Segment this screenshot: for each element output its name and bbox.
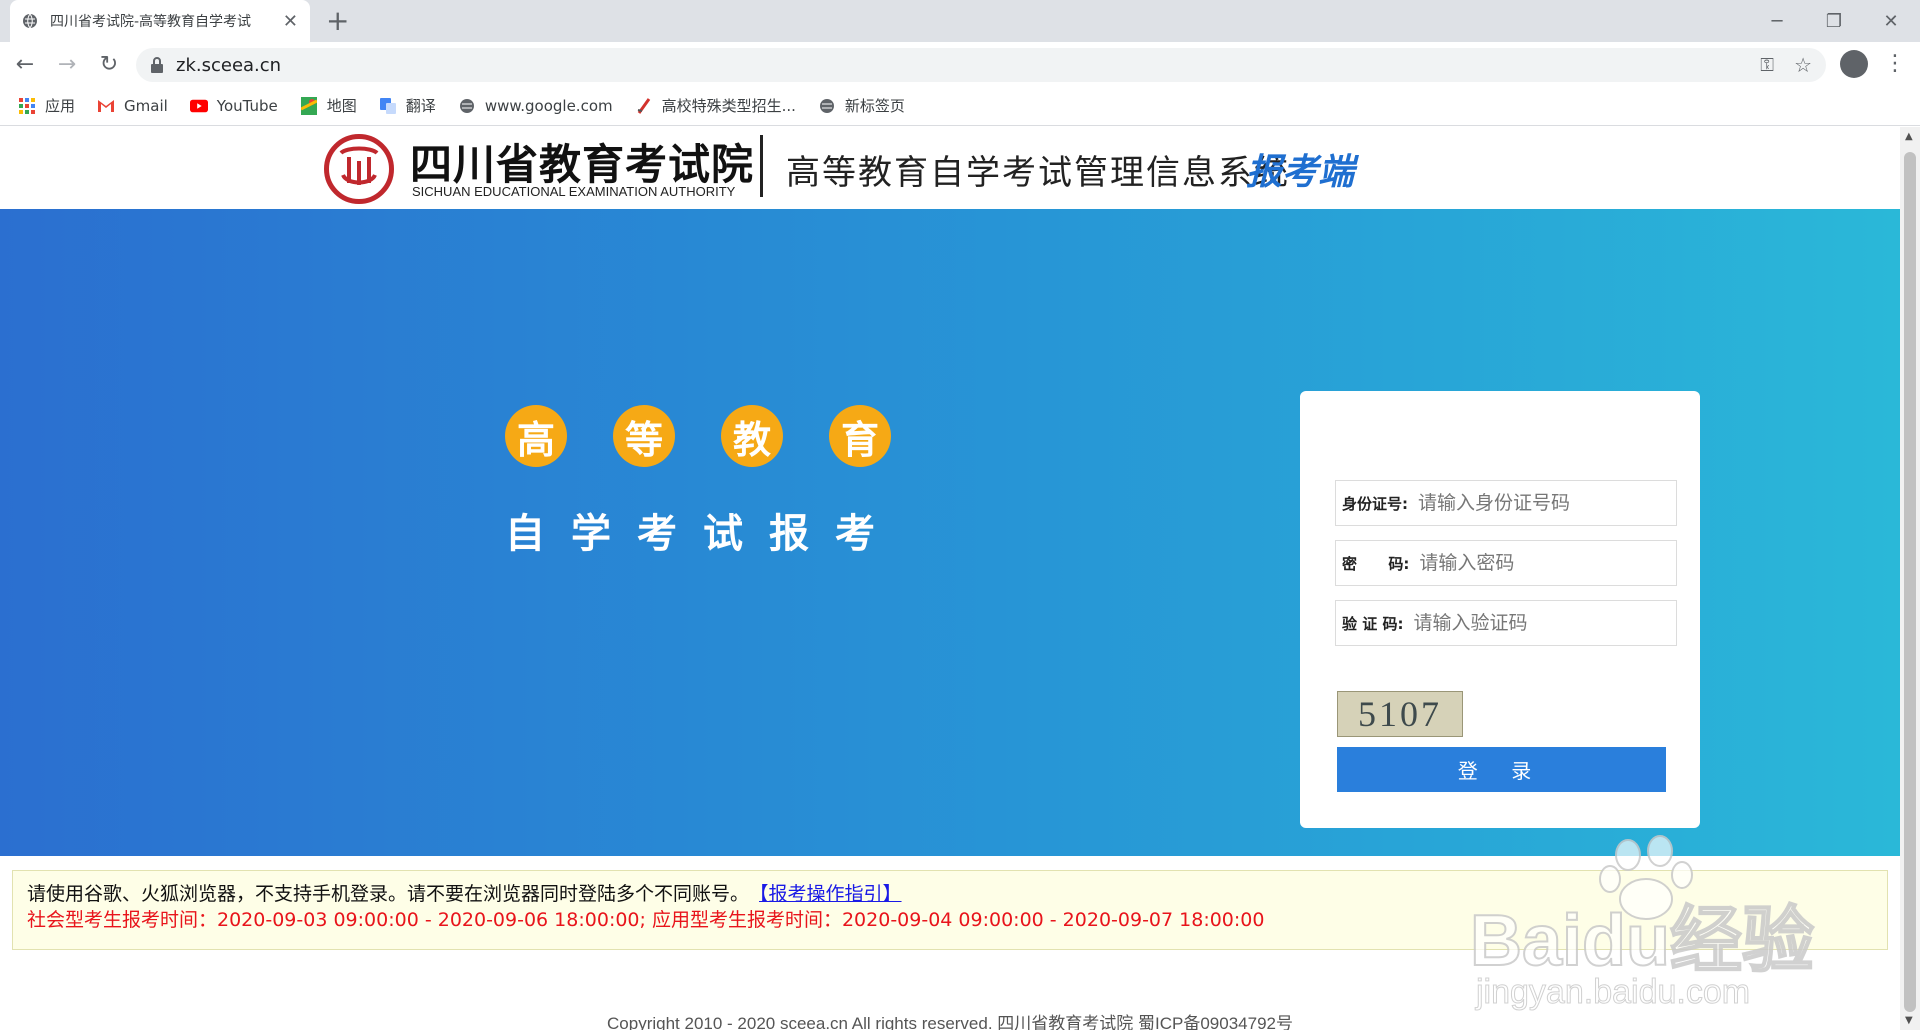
password-label: 密 码: bbox=[1342, 554, 1410, 573]
title-circle: 高 bbox=[505, 405, 567, 467]
site-header: 四川省教育考试院 SICHUAN EDUCATIONAL EXAMINATION… bbox=[0, 127, 1900, 209]
captcha-field: 验 证 码: bbox=[1335, 600, 1677, 646]
captcha-label: 验 证 码: bbox=[1342, 614, 1404, 633]
minimize-icon[interactable]: ─ bbox=[1746, 0, 1808, 42]
id-number-field: 身份证号: bbox=[1335, 480, 1677, 526]
bookmark-label: www.google.com bbox=[484, 96, 613, 115]
bookmark-label: YouTube bbox=[216, 96, 278, 115]
back-icon[interactable]: ← bbox=[8, 47, 42, 81]
close-tab-icon[interactable]: ✕ bbox=[283, 11, 298, 32]
bookmark-label: 新标签页 bbox=[844, 97, 905, 115]
sceea-logo bbox=[324, 134, 394, 204]
key-icon[interactable]: ⚿ bbox=[1760, 55, 1774, 76]
slogan: 自学考试报考 bbox=[505, 511, 901, 557]
hero-banner: 高 等 教 育 自学考试报考 身份证号: 密 码: 验 证 码: 5107 登 … bbox=[0, 209, 1900, 856]
password-field: 密 码: bbox=[1335, 540, 1677, 586]
captcha-input[interactable] bbox=[1413, 612, 1676, 634]
translate-icon bbox=[379, 97, 397, 115]
id-number-input[interactable] bbox=[1418, 492, 1676, 514]
bookmark-maps[interactable]: 地图 bbox=[300, 95, 357, 116]
globe-icon bbox=[23, 13, 37, 29]
notice-line-2: 社会型考生报考时间：2020-09-03 09:00:00 - 2020-09-… bbox=[27, 909, 1265, 931]
title-circle: 教 bbox=[721, 405, 783, 467]
globe-icon bbox=[458, 97, 476, 115]
browser-tab[interactable]: 四川省考试院-高等教育自学考试 ✕ bbox=[10, 0, 310, 42]
guide-link[interactable]: 【报考操作指引】 bbox=[759, 883, 902, 905]
bookmark-label: 高校特殊类型招生... bbox=[661, 97, 796, 115]
rocket-icon bbox=[635, 97, 653, 115]
captcha-image[interactable]: 5107 bbox=[1337, 691, 1463, 737]
bookmark-gmail[interactable]: Gmail bbox=[97, 97, 168, 115]
system-name: 高等教育自学考试管理信息系统 bbox=[786, 153, 1290, 193]
forward-icon[interactable]: → bbox=[50, 47, 84, 81]
header-divider bbox=[760, 135, 763, 197]
system-suffix: 报考端 bbox=[1246, 152, 1355, 193]
title-circle: 育 bbox=[829, 405, 891, 467]
profile-avatar-icon[interactable] bbox=[1840, 50, 1868, 78]
title-circles: 高 等 教 育 bbox=[505, 405, 937, 467]
globe-icon bbox=[818, 97, 836, 115]
address-bar[interactable]: zk.sceea.cn ⚿ ☆ bbox=[136, 48, 1826, 82]
bookmark-label: Gmail bbox=[124, 96, 168, 115]
youtube-icon bbox=[189, 97, 208, 115]
bookmark-new-tab[interactable]: 新标签页 bbox=[818, 95, 905, 116]
bookmarks-bar: 应用 Gmail YouTube 地图 翻译 www.google.com 高校… bbox=[0, 86, 1920, 126]
restore-icon[interactable]: ❐ bbox=[1803, 0, 1865, 42]
bookmark-google[interactable]: www.google.com bbox=[458, 97, 613, 115]
tab-title: 四川省考试院-高等教育自学考试 bbox=[50, 14, 252, 30]
login-panel: 身份证号: 密 码: 验 证 码: 5107 登 录 bbox=[1300, 391, 1700, 828]
title-circle: 等 bbox=[613, 405, 675, 467]
bookmark-label: 地图 bbox=[326, 97, 357, 115]
password-input[interactable] bbox=[1419, 552, 1676, 574]
notice-box: 请使用谷歌、火狐浏览器，不支持手机登录。请不要在浏览器同时登陆多个不同账号。 【报… bbox=[12, 870, 1888, 950]
bookmark-star-icon[interactable]: ☆ bbox=[1794, 53, 1812, 77]
bookmark-youtube[interactable]: YouTube bbox=[189, 96, 278, 115]
page-viewport: 四川省教育考试院 SICHUAN EDUCATIONAL EXAMINATION… bbox=[0, 127, 1900, 1030]
gmail-icon bbox=[97, 97, 115, 115]
apps-grid-icon bbox=[18, 97, 36, 115]
tab-strip: 四川省考试院-高等教育自学考试 ✕ + ─ ❐ ✕ bbox=[0, 0, 1920, 42]
copyright-footer: Copyright 2010 - 2020 sceea.cn All right… bbox=[607, 1014, 1293, 1030]
scroll-up-icon[interactable]: ▲ bbox=[1905, 131, 1913, 142]
browser-notice: 请使用谷歌、火狐浏览器，不支持手机登录。请不要在浏览器同时登陆多个不同账号。 bbox=[27, 883, 750, 905]
maps-icon bbox=[300, 96, 318, 115]
window-close-icon[interactable]: ✕ bbox=[1860, 0, 1920, 42]
bookmark-apps[interactable]: 应用 bbox=[18, 95, 75, 116]
bookmark-translate[interactable]: 翻译 bbox=[379, 95, 436, 116]
lock-icon bbox=[151, 57, 163, 73]
scroll-down-icon[interactable]: ▼ bbox=[1905, 1015, 1913, 1026]
bookmark-special-admission[interactable]: 高校特殊类型招生... bbox=[635, 95, 796, 116]
bookmark-label: 翻译 bbox=[405, 97, 436, 115]
new-tab-icon[interactable]: + bbox=[326, 6, 349, 36]
scrollbar-thumb[interactable] bbox=[1904, 152, 1916, 1012]
menu-kebab-icon[interactable]: ⋮ bbox=[1884, 48, 1906, 80]
notice-line-1: 请使用谷歌、火狐浏览器，不支持手机登录。请不要在浏览器同时登陆多个不同账号。 【报… bbox=[27, 881, 1873, 907]
id-number-label: 身份证号: bbox=[1342, 494, 1408, 513]
watermark-url: jingyan.baidu.com bbox=[1475, 973, 1751, 1012]
org-name: 四川省教育考试院 bbox=[410, 140, 755, 189]
reload-icon[interactable]: ↻ bbox=[92, 47, 126, 81]
org-name-english: SICHUAN EDUCATIONAL EXAMINATION AUTHORIT… bbox=[412, 184, 736, 199]
vertical-scrollbar[interactable]: ▲ ▼ bbox=[1900, 127, 1920, 1030]
bookmark-label: 应用 bbox=[45, 97, 76, 115]
url-text: zk.sceea.cn bbox=[176, 54, 282, 76]
login-button[interactable]: 登 录 bbox=[1337, 747, 1666, 792]
